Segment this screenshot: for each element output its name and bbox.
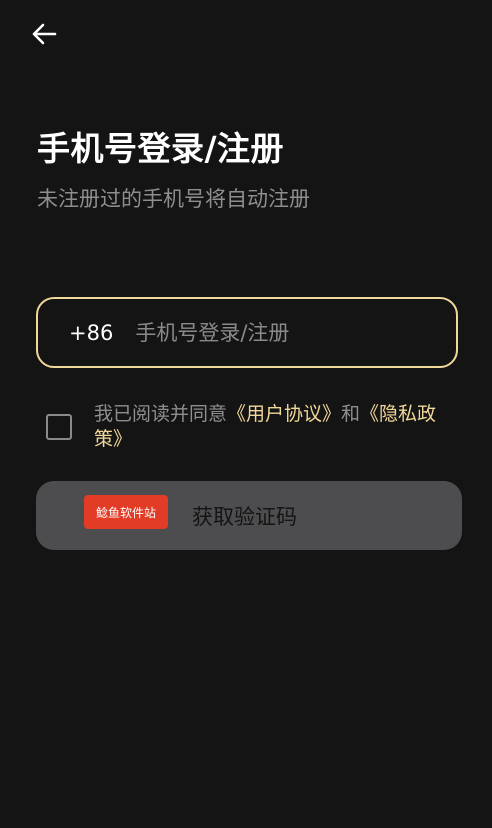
agreement-checkbox[interactable] — [46, 414, 72, 440]
agreement-prefix: 我已阅读并同意 — [94, 403, 228, 425]
page-subtitle: 未注册过的手机号将自动注册 — [37, 187, 310, 211]
country-code[interactable]: +86 — [69, 321, 113, 345]
user-agreement-link[interactable]: 《用户协议》 — [227, 403, 341, 425]
page-title: 手机号登录/注册 — [37, 129, 285, 168]
watermark-badge: 鲶鱼软件站 — [84, 495, 168, 529]
phone-input[interactable] — [135, 320, 456, 345]
agreement-text: 我已阅读并同意《用户协议》和《隐私政策》 — [94, 402, 462, 452]
phone-field[interactable]: +86 — [36, 297, 458, 368]
get-code-label: 获取验证码 — [192, 505, 297, 529]
arrow-left-icon — [30, 20, 58, 52]
agreement-and: 和 — [341, 403, 361, 425]
back-button[interactable] — [28, 20, 60, 52]
